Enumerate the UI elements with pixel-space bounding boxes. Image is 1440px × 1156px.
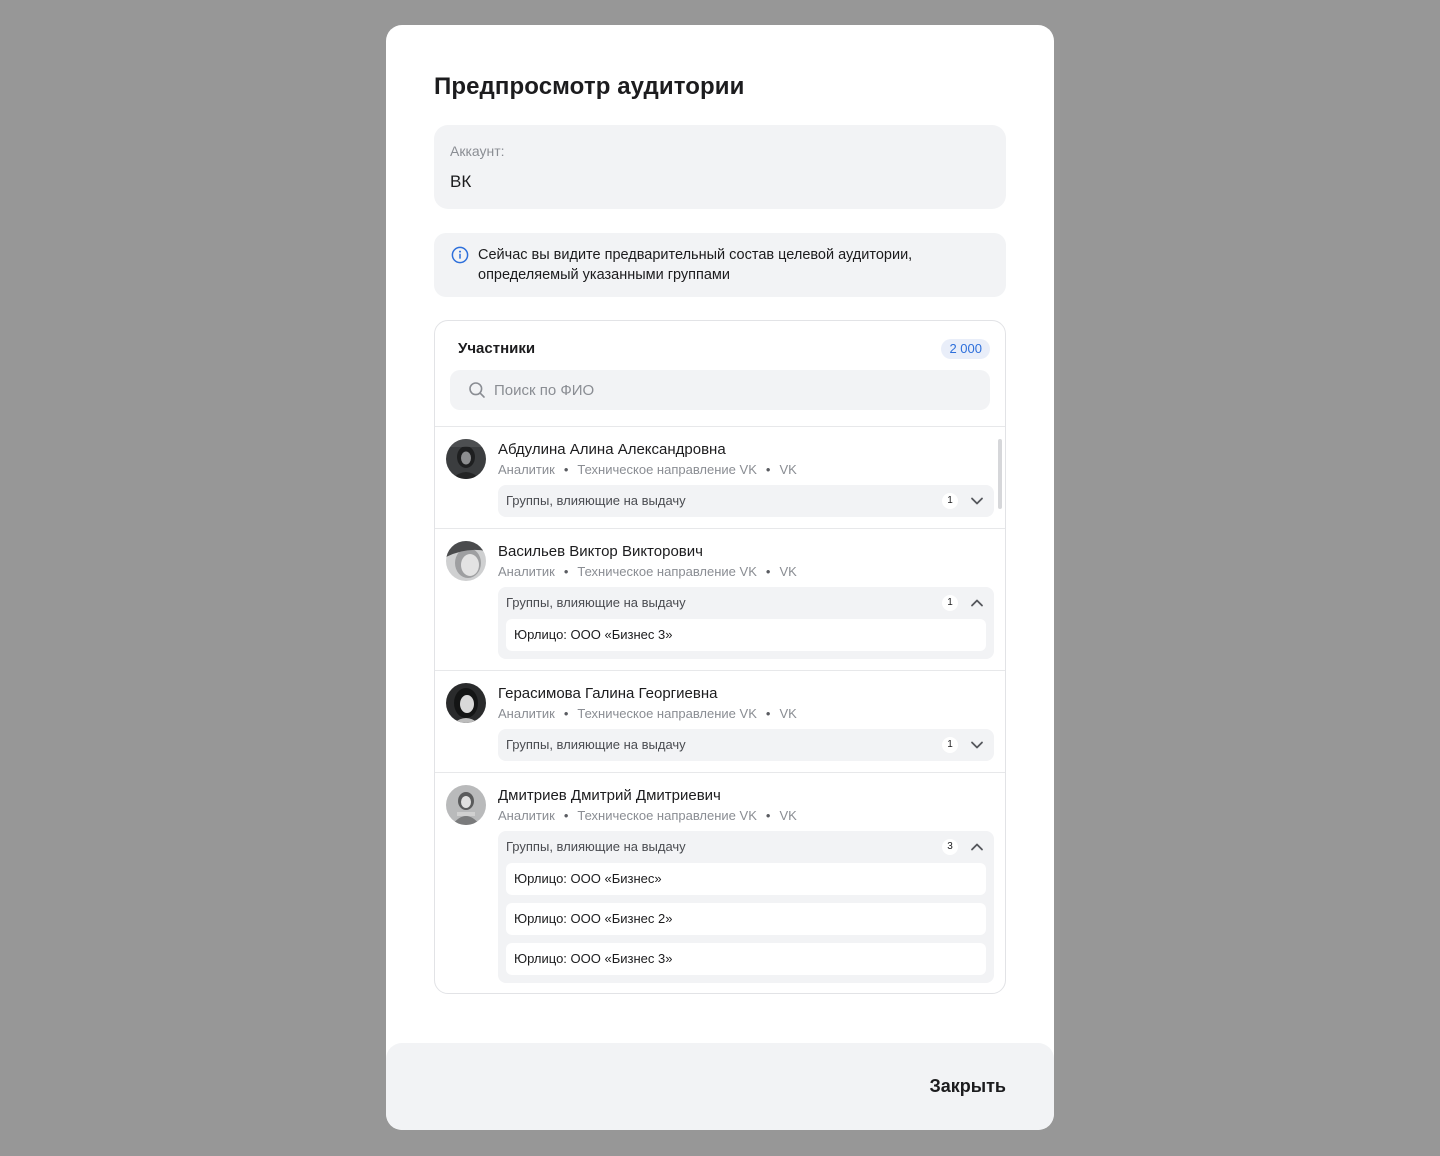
group-item: Юрлицо: ООО «Бизнес 3» [506, 943, 986, 975]
groups-panel: Группы, влияющие на выдачу 1 [498, 729, 994, 761]
member-role: Аналитик [498, 462, 555, 477]
separator-dot: • [765, 462, 771, 477]
separator-dot: • [765, 706, 771, 721]
groups-toggle[interactable]: Группы, влияющие на выдачу 1 [498, 729, 994, 761]
separator-dot: • [563, 564, 569, 579]
chevron-up-icon [971, 599, 983, 607]
member-company: VK [779, 706, 797, 721]
search-field[interactable] [450, 370, 990, 410]
member-role: Аналитик [498, 564, 555, 579]
member-meta: Аналитик • Техническое направление VK • VK [498, 462, 797, 477]
member-role: Аналитик [498, 808, 555, 823]
info-text: Сейчас вы видите предварительный состав … [478, 247, 913, 283]
account-label: Аккаунт: [450, 143, 505, 159]
members-count-badge: 2 000 [941, 339, 990, 359]
groups-count-badge: 1 [942, 737, 958, 753]
groups-label: Группы, влияющие на выдачу [506, 839, 686, 854]
info-banner: Сейчас вы видите предварительный состав … [434, 233, 1006, 297]
member-company: VK [779, 808, 797, 823]
avatar [446, 683, 486, 723]
member-row: Герасимова Галина Георгиевна Аналитик • Те… [435, 671, 1005, 773]
groups-count-badge: 3 [942, 839, 958, 855]
avatar [446, 785, 486, 825]
groups-panel: Группы, влияющие на выдачу 3 Юрлицо: ООО… [498, 831, 994, 983]
member-company: VK [779, 462, 797, 477]
member-row: Васильев Виктор Викторович Аналитик • Техн… [435, 529, 1005, 671]
avatar [446, 541, 486, 581]
member-name: Абдулина Алина Александровна [498, 441, 726, 458]
members-card: Участники 2 000 Поиск по ФИО Абдулина Ал… [434, 320, 1006, 994]
groups-toggle[interactable]: Группы, влияющие на выдачу 3 [498, 831, 994, 863]
member-meta: Аналитик • Техническое направление VK • VK [498, 808, 797, 823]
chevron-down-icon [971, 497, 983, 505]
member-role: Аналитик [498, 706, 555, 721]
member-name: Герасимова Галина Георгиевна [498, 685, 718, 702]
member-department: Техническое направление VK [577, 808, 757, 823]
search-icon [469, 382, 485, 398]
groups-panel: Группы, влияющие на выдачу 1 Юрлицо: ООО… [498, 587, 994, 659]
scrollbar-thumb[interactable] [998, 439, 1002, 509]
separator-dot: • [563, 462, 569, 477]
info-circle-icon [451, 246, 469, 264]
groups-label: Группы, влияющие на выдачу [506, 493, 686, 508]
separator-dot: • [563, 706, 569, 721]
members-list[interactable]: Абдулина Алина Александровна Аналитик • Те… [435, 426, 1005, 993]
groups-toggle[interactable]: Группы, влияющие на выдачу 1 [498, 587, 994, 619]
separator-dot: • [765, 564, 771, 579]
member-row: Дмитриев Дмитрий Дмитриевич Аналитик • Тех… [435, 773, 1005, 993]
modal-title: Предпросмотр аудитории [434, 73, 745, 100]
member-department: Техническое направление VK [577, 564, 757, 579]
close-button[interactable]: Закрыть [929, 1076, 1006, 1097]
member-meta: Аналитик • Техническое направление VK • VK [498, 706, 797, 721]
groups-label: Группы, влияющие на выдачу [506, 737, 686, 752]
group-item: Юрлицо: ООО «Бизнес 2» [506, 903, 986, 935]
groups-count-badge: 1 [942, 595, 958, 611]
search-input[interactable] [494, 370, 974, 410]
groups-panel: Группы, влияющие на выдачу 1 [498, 485, 994, 517]
separator-dot: • [563, 808, 569, 823]
groups-count-badge: 1 [942, 493, 958, 509]
audience-preview-modal: Предпросмотр аудитории Аккаунт: ВК Сейча… [386, 25, 1054, 1130]
account-value: ВК [450, 172, 472, 191]
groups-label: Группы, влияющие на выдачу [506, 595, 686, 610]
member-department: Техническое направление VK [577, 462, 757, 477]
chevron-up-icon [971, 843, 983, 851]
groups-toggle[interactable]: Группы, влияющие на выдачу 1 [498, 485, 994, 517]
member-meta: Аналитик • Техническое направление VK • VK [498, 564, 797, 579]
modal-footer: Закрыть [386, 1043, 1054, 1130]
separator-dot: • [765, 808, 771, 823]
account-field: Аккаунт: ВК [434, 125, 1006, 209]
members-title: Участники [458, 340, 536, 357]
chevron-down-icon [971, 741, 983, 749]
member-row: Абдулина Алина Александровна Аналитик • Те… [435, 427, 1005, 529]
group-item: Юрлицо: ООО «Бизнес» [506, 863, 986, 895]
member-company: VK [779, 564, 797, 579]
group-item: Юрлицо: ООО «Бизнес 3» [506, 619, 986, 651]
member-department: Техническое направление VK [577, 706, 757, 721]
member-name: Дмитриев Дмитрий Дмитриевич [498, 787, 721, 804]
avatar [446, 439, 486, 479]
member-name: Васильев Виктор Викторович [498, 543, 703, 560]
